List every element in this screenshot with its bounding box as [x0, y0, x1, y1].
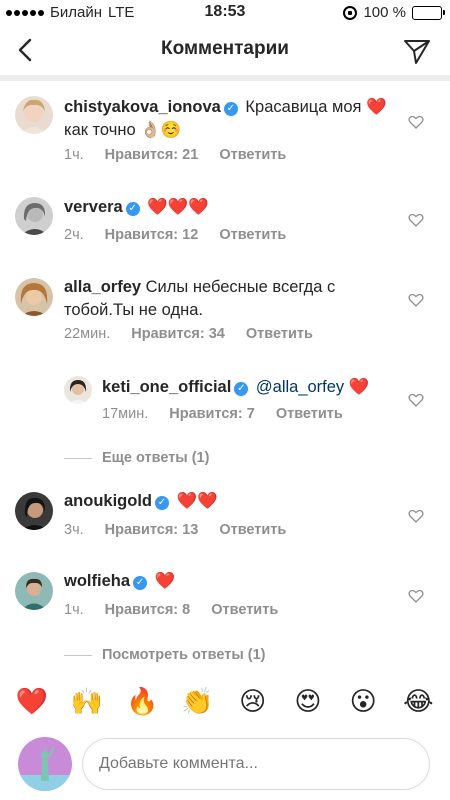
like-heart-icon[interactable] — [408, 392, 424, 408]
emoji-heart-button[interactable]: ❤️ — [15, 688, 49, 714]
verified-badge-icon: ✓ — [223, 102, 238, 116]
rotation-lock-icon — [343, 5, 358, 20]
more-replies-label: Еще ответы (1) — [102, 450, 210, 466]
comment-username[interactable]: wolfieha — [64, 572, 130, 590]
comment-body: ververa ✓ ❤️❤️❤️ — [64, 196, 394, 219]
like-heart-icon[interactable] — [408, 508, 424, 524]
comment-meta: 22мин. Нравится: 34 Ответить — [64, 326, 313, 342]
avatar[interactable] — [15, 492, 53, 530]
comment-composer — [0, 730, 450, 800]
comment-body: chistyakova_ionova ✓ Красавица моя ❤️ как… — [64, 96, 394, 142]
status-right: 100 % — [343, 4, 445, 21]
comment-body: wolfieha ✓ ❤️ — [64, 570, 394, 593]
mention-link[interactable]: @alla_orfey — [256, 378, 344, 396]
send-icon[interactable] — [402, 36, 432, 66]
more-replies-line — [64, 457, 92, 459]
comment-text: ❤️ — [348, 378, 370, 396]
avatar[interactable] — [15, 197, 53, 235]
like-heart-icon[interactable] — [408, 212, 424, 228]
comment-input[interactable] — [82, 738, 430, 790]
like-heart-icon[interactable] — [408, 114, 424, 130]
emoji-fire-button[interactable]: 🔥 — [125, 688, 159, 714]
my-avatar[interactable] — [18, 737, 72, 791]
verified-badge-icon: ✓ — [155, 496, 169, 510]
comment-time: 17мин. — [102, 406, 149, 422]
emoji-laugh-button[interactable]: 😂 — [401, 688, 435, 714]
more-replies-link[interactable]: Еще ответы (1) — [64, 450, 209, 466]
comment-meta: 1ч. Нравится: 8 Ответить — [64, 602, 278, 618]
emoji-bar: ❤️ 🙌 🔥 👏 😢 😍 😮 😂 — [0, 676, 450, 726]
comment-time: 22мин. — [64, 326, 111, 342]
avatar[interactable] — [64, 376, 92, 404]
comment-body: anoukigold ✓ ❤️❤️ — [64, 490, 394, 513]
like-heart-icon[interactable] — [408, 292, 424, 308]
verified-badge-icon: ✓ — [133, 576, 148, 590]
comment-username[interactable]: alla_orfey — [64, 278, 141, 296]
comment-text: ❤️❤️ — [176, 492, 218, 510]
verified-badge-icon: ✓ — [125, 202, 140, 216]
battery-icon — [412, 5, 445, 20]
verified-badge-icon: ✓ — [234, 382, 249, 396]
view-replies-link[interactable]: Посмотреть ответы (1) — [64, 647, 266, 663]
avatar[interactable] — [15, 278, 53, 316]
comment-likes[interactable]: Нравится: 13 — [105, 522, 199, 538]
header: Комментарии — [0, 26, 450, 76]
emoji-clap-button[interactable]: 👏 — [180, 688, 214, 714]
emoji-heart-eyes-button[interactable]: 😍 — [291, 688, 325, 714]
comment-likes[interactable]: Нравится: 7 — [169, 406, 255, 422]
comment-meta: 2ч. Нравится: 12 Ответить — [64, 227, 286, 243]
like-heart-icon[interactable] — [408, 588, 424, 604]
comment-likes[interactable]: Нравится: 8 — [105, 602, 191, 618]
comment-likes[interactable]: Нравится: 34 — [131, 326, 225, 342]
avatar[interactable] — [15, 572, 53, 610]
view-replies-label: Посмотреть ответы (1) — [102, 647, 266, 663]
comment-meta: 1ч. Нравится: 21 Ответить — [64, 147, 286, 163]
status-bar: Билайн LTE 18:53 100 % — [0, 0, 450, 26]
emoji-surprised-button[interactable]: 😮 — [346, 688, 380, 714]
reply-button[interactable]: Ответить — [219, 227, 286, 243]
reply-button[interactable]: Ответить — [219, 522, 286, 538]
avatar[interactable] — [15, 96, 53, 134]
comment-time: 3ч. — [64, 522, 84, 538]
comment-meta: 17мин. Нравится: 7 Ответить — [102, 406, 343, 422]
comment-meta: 3ч. Нравится: 13 Ответить — [64, 522, 286, 538]
reply-button[interactable]: Ответить — [276, 406, 343, 422]
view-replies-line — [64, 654, 92, 656]
comment-text: ❤️ — [154, 572, 176, 590]
comment-text: ❤️❤️❤️ — [147, 198, 209, 216]
reply-button[interactable]: Ответить — [246, 326, 313, 342]
comment-time: 1ч. — [64, 147, 84, 163]
comment-time: 1ч. — [64, 602, 84, 618]
comment-time: 2ч. — [64, 227, 84, 243]
emoji-cry-button[interactable]: 😢 — [236, 688, 270, 714]
comment-username[interactable]: keti_one_official — [102, 378, 231, 396]
emoji-raised-hands-button[interactable]: 🙌 — [70, 688, 104, 714]
comment-username[interactable]: ververa — [64, 198, 123, 216]
comment-username[interactable]: anoukigold — [64, 492, 152, 510]
header-divider — [0, 75, 450, 81]
page-title: Комментарии — [161, 38, 289, 59]
comment-body: alla_orfey Силы небесные всегда с тобой.… — [64, 276, 364, 322]
reply-button[interactable]: Ответить — [219, 147, 286, 163]
comment-likes[interactable]: Нравится: 21 — [105, 147, 199, 163]
comment-username[interactable]: chistyakova_ionova — [64, 98, 221, 116]
comment-likes[interactable]: Нравится: 12 — [105, 227, 199, 243]
comment-body: keti_one_official ✓ @alla_orfey ❤️ — [102, 376, 402, 399]
reply-button[interactable]: Ответить — [211, 602, 278, 618]
battery-percent: 100 % — [363, 4, 406, 21]
